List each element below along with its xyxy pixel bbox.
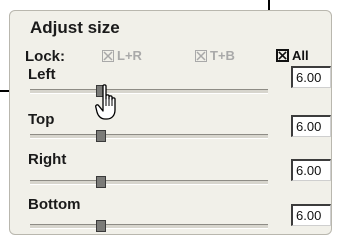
slider-bottom-track[interactable] [30,224,268,229]
lock-option-tb[interactable]: T+B [195,48,235,63]
slider-top-thumb[interactable] [96,130,106,142]
row-label-bottom: Bottom [28,196,81,213]
slider-left-track[interactable] [30,89,268,94]
checkbox-checked-icon [102,49,114,62]
right-value-field[interactable]: 6.00 [291,159,331,181]
lock-option-tb-label: T+B [210,48,235,63]
slider-right-track[interactable] [30,180,268,185]
adjust-size-panel: Adjust size Lock: L+R T+B All Left 6.00 … [9,10,332,235]
slider-right-thumb[interactable] [96,176,106,188]
group-title: Adjust size [27,19,123,37]
checkbox-checked-icon [276,49,289,62]
lock-option-all-label: All [292,48,309,63]
top-value-field[interactable]: 6.00 [291,115,331,137]
slider-bottom-thumb[interactable] [96,220,106,232]
bottom-value-field[interactable]: 6.00 [291,204,331,226]
lock-option-all[interactable]: All [276,48,309,63]
left-value-field[interactable]: 6.00 [291,66,331,88]
row-label-right: Right [28,151,67,168]
lock-option-lr[interactable]: L+R [102,48,142,63]
checkbox-checked-icon [195,49,207,62]
hand-pointer-icon [95,84,116,120]
row-label-top: Top [28,111,55,128]
lock-label: Lock: [25,48,66,65]
lock-option-lr-label: L+R [117,48,142,63]
row-label-left: Left [28,66,56,83]
slider-top-track[interactable] [30,134,268,139]
